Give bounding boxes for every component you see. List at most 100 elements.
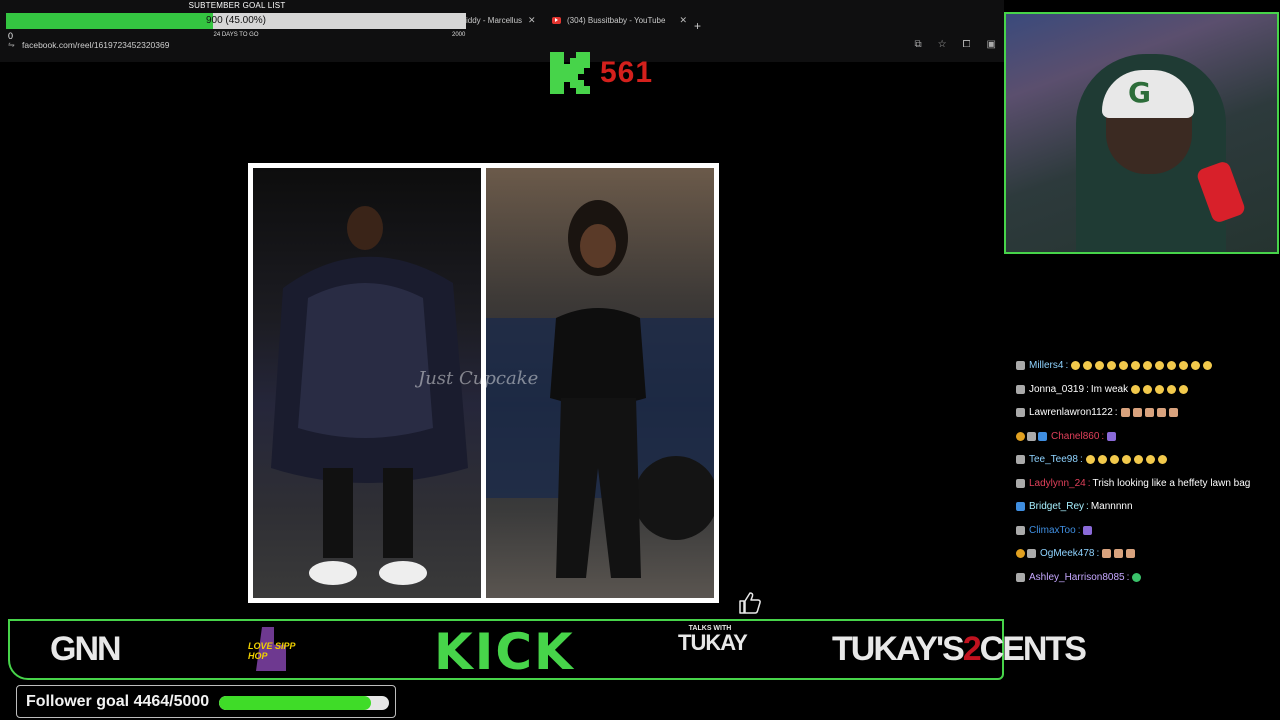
laughing-emoji-icon: [1203, 361, 1213, 371]
laughing-emoji-icon: [1167, 361, 1177, 371]
kick-wordmark-logo: KICK: [434, 623, 575, 681]
user-badge-icon: [1016, 361, 1025, 371]
chat-separator: :: [1086, 383, 1089, 395]
subscriber-badge-icon: [1016, 502, 1025, 512]
chat-message: Millers4:: [1016, 354, 1280, 378]
chat-message: Tee_Tee98:: [1016, 448, 1280, 472]
cents-two-text: 2: [962, 630, 982, 668]
goal-progress-text: 900 (45.00%): [205, 15, 267, 26]
chat-separator: :: [1087, 477, 1091, 489]
chat-panel: Millers4: Jonna_0319: Im weak Lawrenlawro…: [1016, 354, 1280, 589]
chat-message: Ashley_Harrison8085:: [1016, 566, 1280, 590]
streamer-webcam: G: [1004, 12, 1279, 254]
subscriber-badge-icon: [1038, 431, 1047, 441]
goal-max-value: 2000: [452, 32, 466, 38]
laughing-emoji-icon: [1107, 361, 1117, 371]
user-badge-icon: [1016, 525, 1025, 535]
user-badge-icon: [1027, 549, 1036, 559]
youtube-icon: [552, 16, 561, 24]
goal-progress-bar: 900 (45.00%): [6, 13, 466, 29]
laughing-emoji-icon: [1131, 384, 1141, 394]
laughing-emoji-icon: [1109, 455, 1119, 465]
close-tab-icon[interactable]: ✕: [679, 15, 687, 26]
laughing-emoji-icon: [1155, 384, 1165, 394]
gifter-badge-icon: [1016, 549, 1025, 559]
chat-separator: :: [1114, 407, 1118, 419]
face-emote-icon: [1156, 408, 1166, 418]
face-emote-icon: [1126, 549, 1136, 559]
laughing-emoji-icon: [1097, 455, 1107, 465]
chat-separator: :: [1077, 524, 1081, 536]
kick-logo-icon: [550, 52, 590, 94]
follower-goal-fill: [219, 696, 371, 710]
subtember-goal-widget: SUBTEMBER GOAL LIST 900 (45.00%) 0 24 DA…: [6, 0, 468, 42]
tukays-2-cents-logo: TUKAY'S2CENTS: [832, 630, 1087, 669]
laughing-emoji-icon: [1155, 361, 1165, 371]
chat-username[interactable]: OgMeek478: [1040, 548, 1094, 559]
laughing-emoji-icon: [1143, 361, 1153, 371]
chat-username[interactable]: Jonna_0319: [1029, 384, 1084, 395]
address-bar-actions: ⧉ ☆ ⧠ ▣: [914, 39, 996, 50]
close-tab-icon[interactable]: ✕: [528, 15, 536, 26]
chat-username[interactable]: Millers4: [1029, 360, 1063, 371]
viewer-count: 561: [600, 56, 654, 89]
tab-youtube[interactable]: (304) Bussitbaby - YouTube ✕: [552, 10, 687, 30]
chat-message: Lawrenlawron1122:: [1016, 401, 1280, 425]
laughing-emoji-icon: [1071, 361, 1081, 371]
reel-image[interactable]: Just Cupcake: [248, 163, 719, 603]
chat-message: Jonna_0319: Im weak: [1016, 378, 1280, 402]
green-emote-icon: [1132, 572, 1142, 582]
chat-username[interactable]: ClimaxToo: [1029, 525, 1076, 536]
cents-left-text: TUKAY'S: [832, 630, 965, 668]
love-hiphop-logo: LOVE SIPP HOP: [246, 627, 300, 673]
cap-logo-icon: G: [1128, 76, 1151, 109]
laughing-emoji-icon: [1119, 361, 1129, 371]
chat-separator: :: [1079, 454, 1083, 466]
chat-username[interactable]: Tee_Tee98: [1029, 454, 1078, 465]
user-badge-icon: [1016, 572, 1025, 582]
face-emote-icon: [1114, 549, 1124, 559]
chat-separator: :: [1096, 548, 1100, 560]
chat-message: OgMeek478:: [1016, 542, 1280, 566]
gifter-badge-icon: [1016, 431, 1025, 441]
laughing-emoji-icon: [1179, 361, 1189, 371]
photo-watermark: Just Cupcake: [418, 368, 539, 389]
laughing-emoji-icon: [1085, 455, 1095, 465]
chat-username[interactable]: Bridget_Rey: [1029, 501, 1084, 512]
thumbs-up-icon[interactable]: [738, 592, 762, 614]
laughing-emoji-icon: [1145, 455, 1155, 465]
user-badge-icon: [1016, 478, 1025, 488]
face-emote-icon: [1102, 549, 1112, 559]
bookmark-star-icon[interactable]: ☆: [938, 39, 947, 50]
chat-message: Chanel860:: [1016, 425, 1280, 449]
laughing-emoji-icon: [1133, 455, 1143, 465]
follower-goal-label: Follower goal 4464/5000: [26, 693, 210, 710]
tab-label: iddy - Marcellus: [466, 15, 523, 25]
laughing-emoji-icon: [1179, 384, 1189, 394]
tab-marcellus[interactable]: iddy - Marcellus ✕: [466, 10, 536, 30]
goal-title: SUBTEMBER GOAL LIST: [188, 1, 286, 10]
tab-label: (304) Bussitbaby - YouTube: [567, 15, 666, 25]
laughing-emoji-icon: [1083, 361, 1093, 371]
face-emote-icon: [1168, 408, 1178, 418]
user-badge-icon: [1027, 431, 1036, 441]
chat-username[interactable]: Ladylynn_24: [1029, 478, 1086, 489]
chat-separator: :: [1086, 501, 1089, 513]
laughing-emoji-icon: [1121, 455, 1131, 465]
talks-with-tukay-logo: TALKS WITH TUKAY: [678, 625, 748, 654]
chat-separator: :: [1126, 571, 1130, 583]
laughing-emoji-icon: [1143, 384, 1153, 394]
extensions-icon[interactable]: ⧠: [963, 39, 971, 50]
chat-message: ClimaxToo:: [1016, 519, 1280, 543]
side-panel-icon[interactable]: ▣: [987, 39, 996, 50]
chat-message-text: Im weak: [1090, 383, 1129, 395]
laughing-emoji-icon: [1167, 384, 1177, 394]
chat-message: Ladylynn_24: Trish looking like a heffet…: [1016, 472, 1280, 496]
new-tab-button[interactable]: +: [694, 19, 701, 33]
chat-username[interactable]: Chanel860: [1051, 431, 1099, 442]
chat-message: Bridget_Rey: Mannnnn: [1016, 495, 1280, 519]
open-in-app-icon[interactable]: ⧉: [914, 39, 921, 50]
chat-username[interactable]: Lawrenlawron1122: [1029, 407, 1113, 418]
laughing-emoji-icon: [1157, 455, 1167, 465]
chat-username[interactable]: Ashley_Harrison8085: [1029, 572, 1125, 583]
